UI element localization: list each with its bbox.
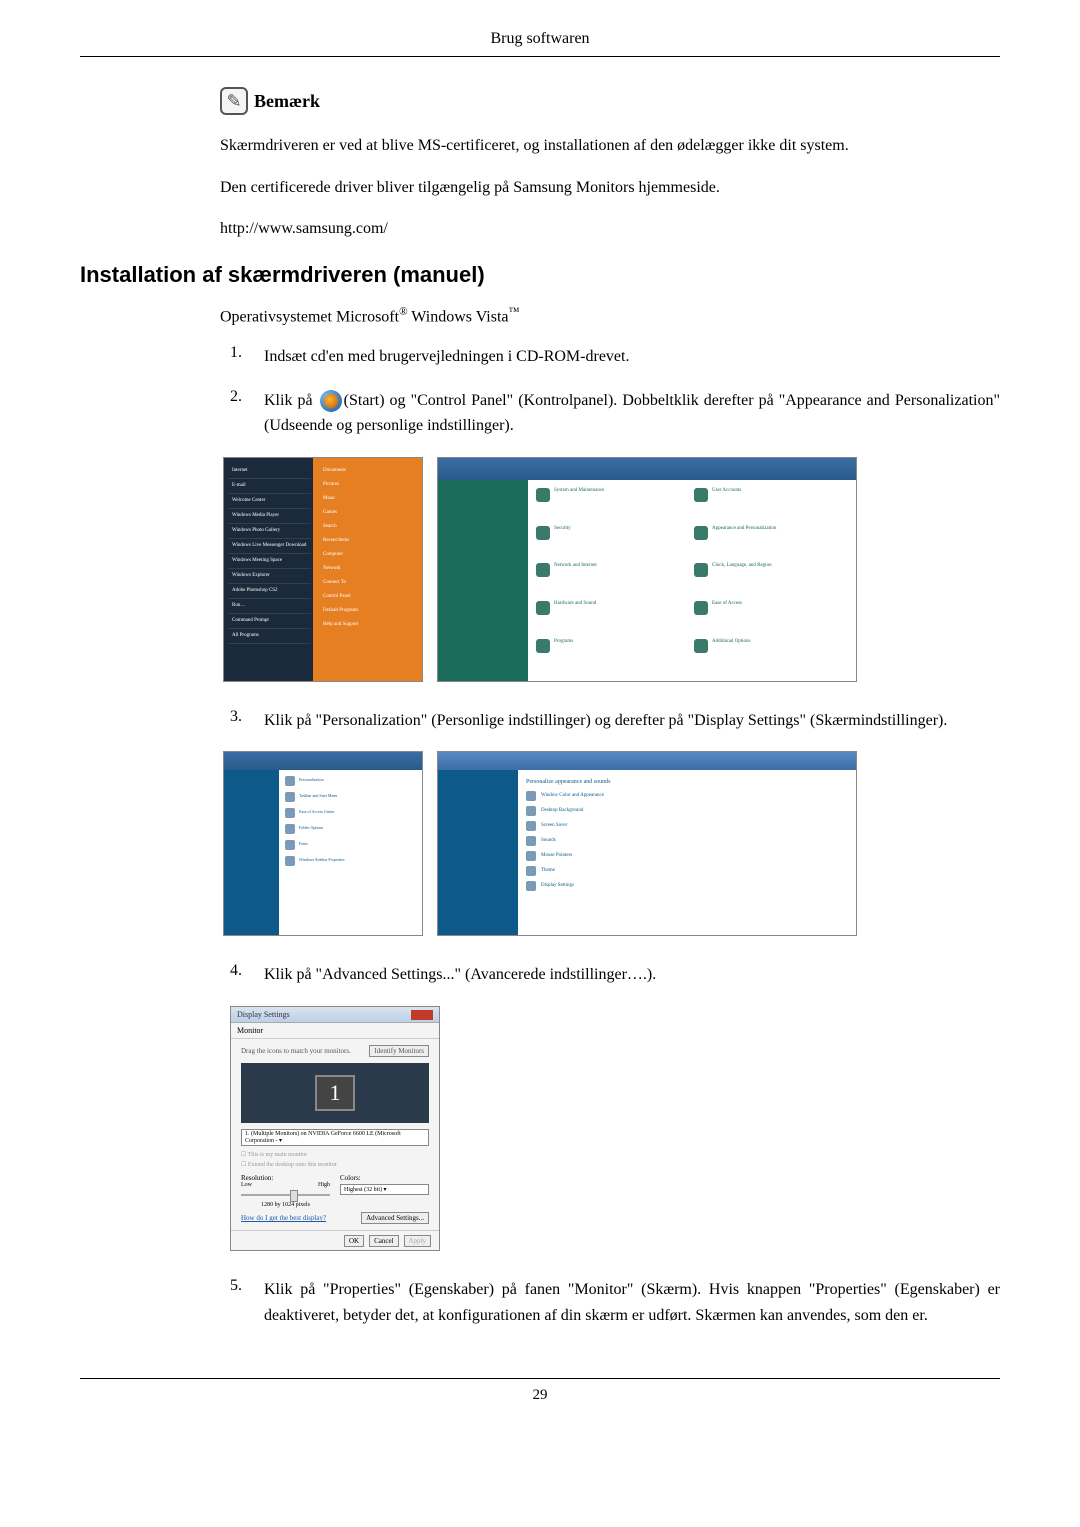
step-2: 2. Klik på (Start) og "Control Panel" (K… (230, 388, 1000, 439)
steps-list: 1. Indsæt cd'en med brugervejledningen i… (230, 344, 1000, 439)
ds-footer: OK Cancel Apply (231, 1230, 439, 1251)
monitor-select-dropdown: 1. (Multiple Monitors) on NVIDIA GeForce… (241, 1129, 429, 1146)
cp-item: User Accounts (712, 488, 741, 493)
step-1: 1. Indsæt cd'en med brugervejledningen i… (230, 344, 1000, 370)
note-block: ✎ Bemærk Skærmdriveren er ved at blive M… (220, 87, 1000, 242)
cp-sidebar (438, 480, 528, 681)
ds-body: Drag the icons to match your monitors. I… (231, 1039, 439, 1230)
screenshot-display-settings: Display Settings Monitor Drag the icons … (230, 1006, 440, 1251)
cp-item: Hardware and Sound (554, 601, 596, 606)
resolution-slider (241, 1190, 330, 1200)
check-extend-desktop: ☐ Extend the desktop onto this monitor (241, 1160, 429, 1170)
resolution-label: Resolution: (241, 1174, 330, 1182)
note-label: Bemærk (254, 91, 320, 112)
pz-title: Personalize appearance and sounds (526, 778, 848, 787)
page-number: 29 (80, 1378, 1000, 1404)
help-link: How do I get the best display? (241, 1214, 326, 1222)
colors-dropdown: Highest (32 bit) ▾ (340, 1184, 429, 1195)
intro-mid: Windows Vista (408, 308, 509, 325)
ds-title: Display Settings (237, 1010, 290, 1019)
cp-item: Ease of Access (712, 601, 742, 606)
screenshot-personalize: Personalize appearance and sounds Window… (437, 751, 857, 936)
cp-item: Additional Options (712, 639, 750, 644)
step-num: 2. (230, 388, 264, 406)
note-text-2: Den certificerede driver bliver tilgænge… (220, 175, 1000, 201)
ap-main: Personalization Taskbar and Start Menu E… (279, 770, 422, 935)
check-main-monitor: ☐ This is my main monitor (241, 1150, 429, 1160)
cp-item: Programs (554, 639, 573, 644)
cp-header (438, 458, 856, 480)
step-body: Klik på "Personalization" (Personlige in… (264, 708, 1000, 734)
startmenu-right: DocumentsPicturesMusicGamesSearchRecent … (319, 464, 418, 632)
step-body: Klik på "Advanced Settings..." (Avancere… (264, 962, 1000, 988)
cp-item: Network and Internet (554, 563, 597, 568)
intro-prefix: Operativsystemet Microsoft (220, 308, 399, 325)
cp-item: Security (554, 526, 571, 531)
step-body: Klik på "Properties" (Egenskaber) på fan… (264, 1277, 1000, 1328)
apply-button: Apply (404, 1235, 432, 1247)
identify-monitors-button: Identify Monitors (369, 1045, 429, 1057)
windows-start-icon (320, 390, 342, 412)
ok-button: OK (344, 1235, 364, 1247)
resolution-value: 1280 by 1024 pixels (241, 1202, 330, 1208)
cp-main: System and Maintenance User Accounts Sec… (528, 480, 856, 681)
step-body: Indsæt cd'en med brugervejledningen i CD… (264, 344, 1000, 370)
cancel-button: Cancel (369, 1235, 398, 1247)
low-label: Low (241, 1182, 252, 1188)
screenshot-row-1: InternetE-mailWelcome CenterWindows Medi… (80, 457, 1000, 682)
intro-sup2: ™ (509, 306, 520, 318)
step-5: 5. Klik på "Properties" (Egenskaber) på … (230, 1277, 1000, 1328)
ds-titlebar: Display Settings (231, 1007, 439, 1023)
note-text-1: Skærmdriveren er ved at blive MS-certifi… (220, 133, 1000, 159)
colors-col: Colors: Highest (32 bit) ▾ (340, 1174, 429, 1208)
ds-monitor-area: 1 (241, 1063, 429, 1123)
cp-item: Appearance and Personalization (712, 526, 776, 531)
high-label: High (318, 1182, 330, 1188)
pz-header (438, 752, 856, 770)
ap-sidebar (224, 770, 279, 935)
advanced-settings-button: Advanced Settings... (361, 1212, 429, 1224)
ds-bottom: How do I get the best display? Advanced … (241, 1212, 429, 1224)
ds-tab: Monitor (231, 1023, 439, 1039)
steps-list-cont: 3. Klik på "Personalization" (Personlige… (230, 708, 1000, 734)
intro-text: Operativsystemet Microsoft® Windows Vist… (220, 306, 1000, 326)
resolution-col: Resolution: Low High 1280 by 1024 pixels (241, 1174, 330, 1208)
step-num: 5. (230, 1277, 264, 1295)
screenshot-control-panel: System and Maintenance User Accounts Sec… (437, 457, 857, 682)
close-icon (411, 1010, 433, 1020)
steps-list-cont2: 4. Klik på "Advanced Settings..." (Avanc… (230, 962, 1000, 988)
step-4: 4. Klik på "Advanced Settings..." (Avanc… (230, 962, 1000, 988)
ds-instruct: Drag the icons to match your monitors. I… (241, 1045, 429, 1057)
step-body: Klik på (Start) og "Control Panel" (Kont… (264, 388, 1000, 439)
startmenu-left: InternetE-mailWelcome CenterWindows Medi… (228, 464, 311, 644)
ds-checkboxes: ☐ This is my main monitor ☐ Extend the d… (241, 1150, 429, 1170)
ds-drag-text: Drag the icons to match your monitors. (241, 1047, 351, 1055)
step-num: 4. (230, 962, 264, 980)
note-icon: ✎ (220, 87, 248, 115)
intro-sup1: ® (399, 306, 408, 318)
step-num: 1. (230, 344, 264, 362)
pz-sidebar (438, 770, 518, 935)
step2-before: Klik på (264, 392, 318, 409)
note-title-row: ✎ Bemærk (220, 87, 1000, 115)
section-heading: Installation af skærmdriveren (manuel) (80, 262, 1000, 288)
step-num: 3. (230, 708, 264, 726)
colors-label: Colors: (340, 1174, 429, 1182)
steps-list-cont3: 5. Klik på "Properties" (Egenskaber) på … (230, 1277, 1000, 1328)
screenshot-row-2: Personalization Taskbar and Start Menu E… (80, 751, 1000, 936)
note-url: http://www.samsung.com/ (220, 216, 1000, 242)
step-3: 3. Klik på "Personalization" (Personlige… (230, 708, 1000, 734)
ap-header (224, 752, 422, 770)
cp-item: Clock, Language, and Region (712, 563, 772, 568)
step2-after: (Start) og "Control Panel" (Kontrolpanel… (264, 392, 1000, 435)
ds-settings-row: Resolution: Low High 1280 by 1024 pixels… (241, 1174, 429, 1208)
monitor-icon: 1 (315, 1075, 355, 1111)
pz-main: Personalize appearance and sounds Window… (518, 770, 856, 935)
cp-item: System and Maintenance (554, 488, 604, 493)
page-header: Brug softwaren (80, 30, 1000, 57)
screenshot-start-menu: InternetE-mailWelcome CenterWindows Medi… (223, 457, 423, 682)
screenshot-appearance: Personalization Taskbar and Start Menu E… (223, 751, 423, 936)
